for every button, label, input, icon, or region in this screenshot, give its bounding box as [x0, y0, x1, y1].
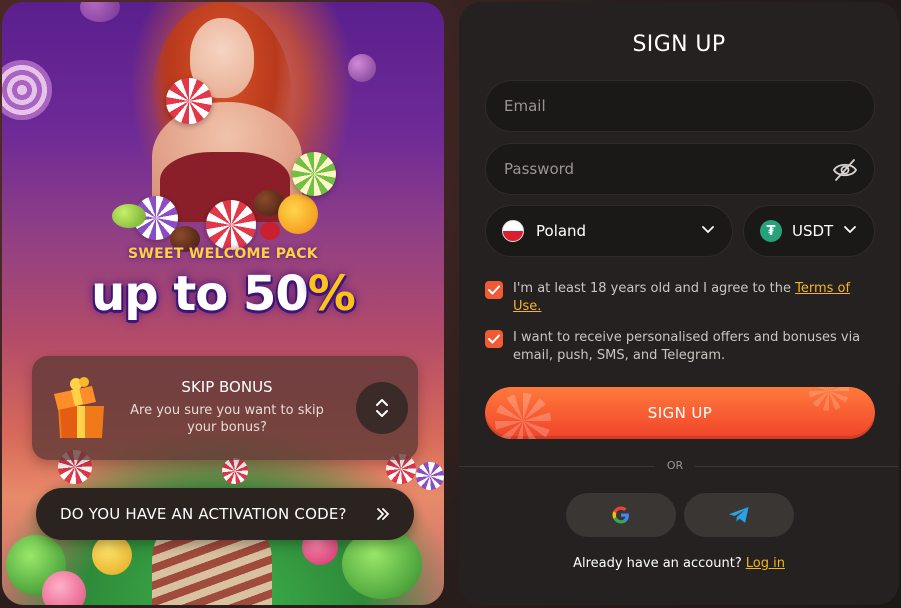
promo-subtitle: SWEET WELCOME PACK — [128, 246, 318, 262]
activation-code-button[interactable]: DO YOU HAVE AN ACTIVATION CODE? — [36, 488, 414, 540]
age-consent-label: I'm at least 18 years old and I agree to… — [513, 281, 796, 296]
password-field[interactable] — [485, 143, 875, 195]
promo-title-percent: % — [307, 266, 356, 322]
chevron-down-icon — [702, 226, 714, 234]
double-chevron-right-icon — [377, 508, 390, 520]
lollipop-decoration — [416, 462, 444, 490]
up-down-chevron-icon — [376, 399, 388, 417]
signup-submit-button[interactable]: SIGN UP — [485, 387, 875, 439]
marketing-consent-checkbox[interactable] — [485, 330, 503, 348]
candy-ball-decoration — [80, 2, 120, 22]
checkmark-icon — [488, 285, 500, 295]
lollipop-decoration — [222, 458, 248, 484]
login-prompt-text: Already have an account? — [573, 556, 742, 571]
signup-form-panel: SIGN UP Poland ₮ USDT I'm at least 18 y — [459, 2, 899, 605]
welcome-promo-panel: SWEET WELCOME PACK up to 50% SKIP BONUS … — [2, 2, 444, 605]
currency-select[interactable]: ₮ USDT — [743, 205, 875, 257]
email-field[interactable] — [485, 80, 875, 132]
gift-box-icon — [54, 377, 104, 438]
login-prompt-row: Already have an account? Log in — [459, 556, 899, 571]
checkmark-icon — [488, 334, 500, 344]
promo-title: up to 50% — [2, 266, 444, 322]
google-login-button[interactable] — [566, 493, 676, 537]
email-input[interactable] — [486, 81, 874, 131]
chevron-down-icon — [844, 226, 856, 234]
age-consent-row: I'm at least 18 years old and I agree to… — [485, 280, 877, 316]
divider-line — [695, 466, 899, 467]
divider-line — [459, 466, 655, 467]
swirl-decoration — [809, 387, 849, 411]
login-link[interactable]: Log in — [746, 556, 785, 571]
telegram-login-button[interactable] — [684, 493, 794, 537]
signup-submit-label: SIGN UP — [647, 404, 713, 422]
promo-title-amount: up to 50 — [91, 266, 309, 322]
currency-select-value: USDT — [792, 222, 834, 240]
skip-bonus-title: SKIP BONUS — [181, 378, 273, 396]
marketing-consent-row: I want to receive personalised offers an… — [485, 329, 877, 365]
country-select[interactable]: Poland — [485, 205, 733, 257]
poland-flag-icon — [502, 220, 524, 242]
skip-bonus-card: SKIP BONUS Are you sure you want to skip… — [32, 356, 418, 460]
swirl-lollipop-decoration — [2, 60, 52, 120]
age-consent-text: I'm at least 18 years old and I agree to… — [513, 280, 877, 316]
eye-slash-icon[interactable] — [832, 158, 858, 182]
google-icon — [612, 506, 629, 524]
candy-ball-decoration — [348, 54, 376, 82]
activation-code-label: DO YOU HAVE AN ACTIVATION CODE? — [60, 505, 347, 523]
or-divider-label: OR — [666, 459, 684, 472]
country-select-value: Poland — [536, 222, 587, 240]
skip-bonus-toggle[interactable] — [356, 382, 408, 434]
tether-icon: ₮ — [760, 220, 782, 242]
signup-title: SIGN UP — [632, 32, 726, 57]
password-input[interactable] — [486, 144, 874, 194]
marketing-consent-text: I want to receive personalised offers an… — [513, 330, 861, 363]
skip-bonus-text: Are you sure you want to skip your bonus… — [130, 403, 324, 435]
age-consent-checkbox[interactable] — [485, 281, 503, 299]
telegram-icon — [729, 507, 749, 523]
swirl-decoration — [495, 393, 551, 439]
